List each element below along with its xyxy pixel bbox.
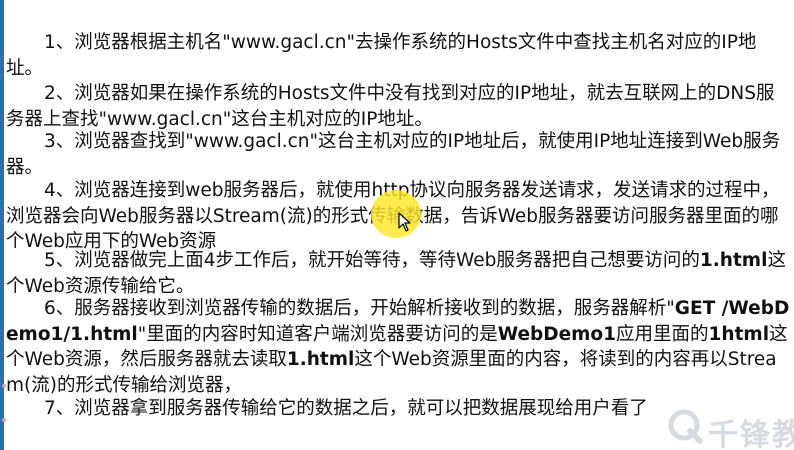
paragraph-step-3: 3、浏览器查找到"www.gacl.cn"这台主机对应的IP地址后，就使用IP地… — [6, 129, 792, 180]
step-5-bold-filename: 1.html — [699, 250, 768, 271]
step-6-text-b: "里面的内容时知道客户端浏览器要访问的是 — [137, 323, 498, 345]
side-marker-icon — [2, 384, 6, 422]
step-7-text: 7、浏览器拿到服务器传输给它的数据之后，就可以把数据展现给用户看了 — [44, 398, 648, 419]
step-1-text: 1、浏览器根据主机名"www.gacl.cn"去操作系统的Hosts文件中查找主… — [6, 32, 757, 79]
paragraph-step-1: 1、浏览器根据主机名"www.gacl.cn"去操作系统的Hosts文件中查找主… — [6, 30, 792, 81]
step-6-text-a: 6、服务器接收到浏览器传输的数据后，开始解析接收到的数据，服务器解析" — [44, 298, 675, 319]
step-6-bold-resource: 1html — [708, 323, 770, 345]
step-2-text: 2、浏览器如果在操作系统的Hosts文件中没有找到对应的IP地址，就去互联网上的… — [6, 83, 775, 130]
paragraph-step-2: 2、浏览器如果在操作系统的Hosts文件中没有找到对应的IP地址，就去互联网上的… — [6, 81, 792, 132]
watermark-text: 千锋教 — [708, 418, 794, 450]
paragraph-step-5: 5、浏览器做完上面4步工作后，就开始等待，等待Web服务器把自己想要访问的1.h… — [6, 248, 792, 299]
slide-content: 1、浏览器根据主机名"www.gacl.cn"去操作系统的Hosts文件中查找主… — [4, 0, 794, 450]
mouse-pointer-icon — [398, 212, 411, 232]
watermark: 千锋教 — [664, 406, 794, 450]
step-5-text-a: 5、浏览器做完上面4步工作后，就开始等待，等待Web服务器把自己想要访问的 — [44, 250, 700, 271]
paragraph-step-6: 6、服务器接收到浏览器传输的数据后，开始解析接收到的数据，服务器解析"GET /… — [6, 296, 792, 398]
step-6-text-c: 应用里面的 — [616, 323, 709, 345]
cursor-highlight — [371, 190, 421, 238]
step-3-text: 3、浏览器查找到"www.gacl.cn"这台主机对应的IP地址后，就使用IP地… — [6, 131, 781, 178]
qianfeng-logo-icon — [668, 409, 703, 444]
slide-screen: 1、浏览器根据主机名"www.gacl.cn"去操作系统的Hosts文件中查找主… — [0, 0, 794, 450]
step-6-bold-file: 1.html — [286, 349, 355, 370]
step-6-bold-app: WebDemo1 — [497, 323, 617, 345]
